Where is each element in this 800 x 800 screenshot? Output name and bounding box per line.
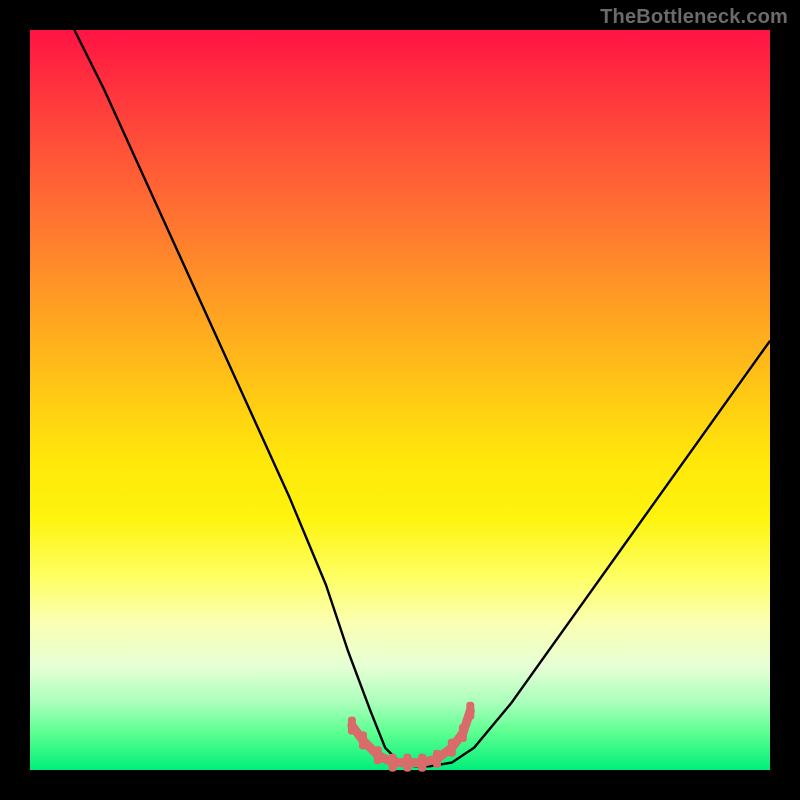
- marker-dot: [359, 731, 367, 749]
- bottleneck-curve: [74, 30, 770, 766]
- marker-dot: [459, 724, 467, 742]
- chart-svg: [30, 30, 770, 770]
- curve-layer: [74, 30, 770, 766]
- marker-dot: [374, 746, 382, 764]
- marker-dot: [418, 754, 426, 772]
- marker-dot: [466, 702, 474, 720]
- marker-dot: [433, 750, 441, 768]
- marker-dot: [348, 717, 356, 735]
- watermark-text: TheBottleneck.com: [600, 6, 788, 29]
- chart-frame: TheBottleneck.com: [0, 0, 800, 800]
- marker-dot: [448, 739, 456, 757]
- plot-background: [30, 30, 770, 770]
- marker-dot: [389, 754, 397, 772]
- marker-dot: [403, 754, 411, 772]
